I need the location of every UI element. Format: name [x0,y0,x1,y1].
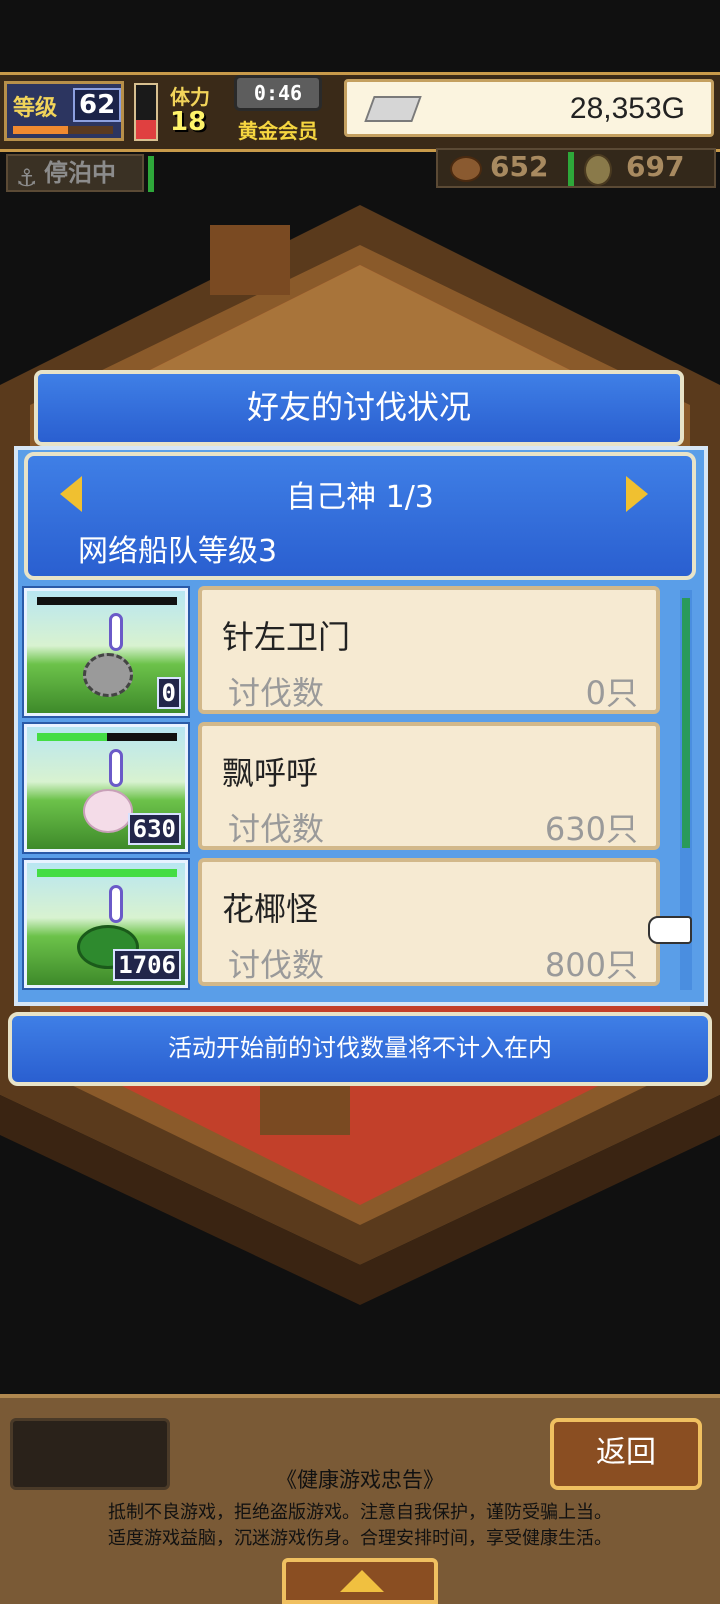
kill-label: 讨伐数 [228,810,325,848]
resource-panel: 652 697 [436,148,716,188]
monster-list[interactable]: 0 针左卫门 讨伐数 0只 630 飘呼呼 讨伐数 630只 1706 花椰怪 [22,586,672,996]
coin-icon [584,154,612,186]
expand-menu-button[interactable] [282,1558,438,1604]
membership-badge[interactable]: 黄金会员 [238,115,318,144]
stamina-label: 体力 [170,85,210,109]
hp-bar [37,597,177,605]
monster-thumbnail: 1706 [22,858,190,990]
level-progress-bar [13,126,113,134]
event-notice: 活动开始前的讨伐数量将不计入在内 [8,1012,712,1086]
monster-thumbnail: 630 [22,722,190,854]
spike-ball-icon [83,653,133,697]
arrow-up-icon [340,1570,384,1592]
health-advice-title: 《健康游戏忠告》 [276,1468,444,1492]
list-item[interactable]: 630 飘呼呼 讨伐数 630只 [22,722,672,854]
monster-name: 针左卫门 [222,618,351,656]
gold-value: 28,353G [569,92,685,125]
dock-status-label: 停泊中 [44,159,116,187]
kill-badge: 1706 [113,949,181,981]
kill-badge: 0 [156,677,181,709]
stamina-gauge-fill [136,120,156,139]
scrollbar-thumb[interactable] [682,598,690,848]
hp-bar [37,869,177,877]
list-item[interactable]: 0 针左卫门 讨伐数 0只 [22,586,672,718]
resource-divider [568,152,574,186]
exclamation-icon [109,885,123,923]
health-advice-line-1: 抵制不良游戏，拒绝盗版游戏。注意自我保护，谨防受骗上当。 [108,1502,612,1523]
monster-thumbnail: 0 [22,586,190,718]
exclamation-icon [109,613,123,651]
kill-count: 630只 [544,810,638,848]
monster-card: 针左卫门 讨伐数 0只 [198,586,660,714]
hp-fill [37,733,107,741]
dock-indicator [148,156,154,192]
stamina-gauge [134,83,158,141]
kill-count: 800只 [544,946,638,984]
dialog-title: 好友的讨伐状况 [34,370,684,446]
coin-value: 697 [626,150,685,183]
monster-card: 花椰怪 讨伐数 800只 [198,858,660,986]
stamina-panel: 体力 18 [166,79,230,141]
list-item[interactable]: 1706 花椰怪 讨伐数 800只 [22,858,672,990]
monster-name: 飘呼呼 [222,754,319,792]
monster-card: 飘呼呼 讨伐数 630只 [198,722,660,850]
stamina-value: 18 [170,107,207,137]
hp-bar [37,733,177,741]
level-value: 62 [73,88,122,122]
level-panel: 等级 62 [4,81,124,141]
level-progress-fill [13,126,68,134]
fleet-level: 网络船队等级3 [78,534,278,569]
level-label: 等级 [13,96,58,121]
exclamation-icon [109,749,123,787]
meat-icon [450,156,482,182]
gold-panel[interactable]: 28,353G [344,79,714,137]
kill-count: 0只 [585,674,638,712]
hp-fill [37,869,177,877]
anchor-icon: ⚓ [16,164,38,192]
stamina-timer: 0:46 [234,75,322,111]
health-advice-line-2: 适度游戏益脑，沉迷游戏伤身。合理安排时间，享受健康生活。 [108,1528,612,1549]
pointing-hand-icon [648,916,692,944]
friend-name: 自己神 1/3 [286,480,434,515]
food-value: 652 [490,150,549,183]
kill-label: 讨伐数 [228,674,325,712]
kill-badge: 630 [127,813,181,845]
status-hud: 等级 62 体力 18 0:46 黄金会员 28,353G [0,72,720,152]
bottom-bar: 返回 《健康游戏忠告》 抵制不良游戏，拒绝盗版游戏。注意自我保护，谨防受骗上当。… [0,1394,720,1604]
friend-header: 自己神 1/3 网络船队等级3 [24,452,696,580]
kill-label: 讨伐数 [228,946,325,984]
ghost-icon [83,789,133,833]
dock-status: ⚓ 停泊中 [6,154,144,192]
monster-name: 花椰怪 [222,890,319,928]
silver-bar-icon [364,96,422,122]
